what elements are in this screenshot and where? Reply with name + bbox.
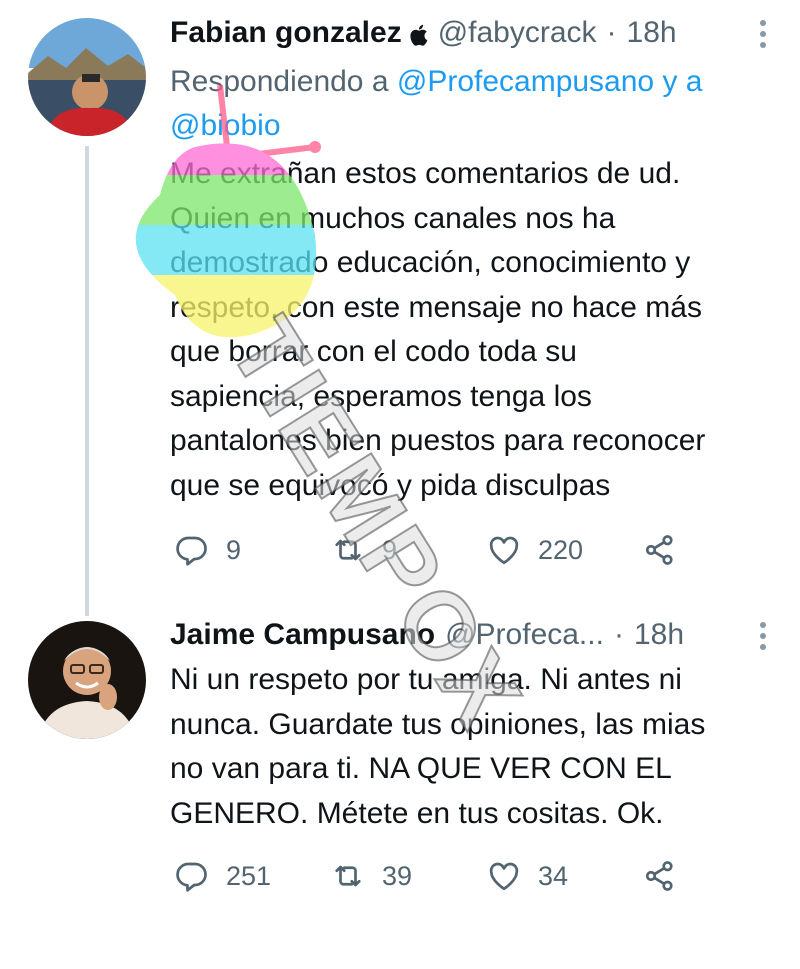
tweet-text-line: Ni un respeto por tu amiga. Ni antes ni bbox=[170, 663, 682, 696]
reply-button[interactable]: 251 bbox=[174, 856, 271, 896]
retweet-count: 9 bbox=[382, 534, 398, 565]
tweet-jaime[interactable]: Jaime Campusano @Profeca... · 18h Ni un … bbox=[0, 610, 800, 910]
tweet-text: Ni un respeto por tu amiga. Ni antes ni … bbox=[170, 658, 770, 836]
tweet-text-line: no van para ti. NA QUE VER CON EL bbox=[170, 752, 672, 785]
like-count: 220 bbox=[538, 534, 584, 565]
more-options-icon[interactable] bbox=[760, 622, 768, 650]
replying-to-label: Respondiendo a bbox=[170, 65, 389, 98]
replying-to-joiner: y a bbox=[662, 65, 703, 98]
retweet-button[interactable]: 39 bbox=[330, 856, 412, 896]
like-button[interactable]: 220 bbox=[486, 530, 583, 570]
tweet-header: Jaime Campusano @Profeca... · 18h bbox=[170, 615, 684, 655]
action-bar: 251 39 34 bbox=[170, 856, 690, 896]
author-handle[interactable]: @Profeca... bbox=[445, 618, 604, 652]
action-bar: 9 9 220 bbox=[170, 530, 690, 570]
tweet-text-line: pantalones bien puestos para reconocer bbox=[170, 424, 706, 457]
heart-icon bbox=[489, 536, 519, 565]
tweet-text-line: demostrado educación, conocimiento y bbox=[170, 246, 691, 279]
retweet-button[interactable]: 9 bbox=[330, 530, 397, 570]
mention-biobio[interactable]: @biobio bbox=[170, 109, 281, 142]
retweet-icon bbox=[335, 539, 361, 561]
heart-icon bbox=[489, 862, 519, 891]
more-options-icon[interactable] bbox=[760, 20, 768, 48]
tweet-header: Fabian gonzalez @fabycrack · 18h bbox=[170, 13, 677, 53]
tweet-fabian[interactable]: Fabian gonzalez @fabycrack · 18h Respond… bbox=[0, 0, 800, 616]
separator-dot: · bbox=[606, 16, 617, 49]
author-name[interactable]: Fabian gonzalez bbox=[170, 16, 402, 50]
tweet-text-line: nunca. Guardate tus opiniones, las mias bbox=[170, 707, 706, 741]
thread-line bbox=[85, 146, 89, 616]
retweet-icon bbox=[335, 865, 361, 887]
tweet-text-line: GENERO. Métete en tus cositas. Ok. bbox=[170, 796, 664, 830]
tweet-text-line: que se equivocó y pida disculpas bbox=[170, 468, 611, 502]
retweet-count: 39 bbox=[382, 860, 413, 891]
mention-profecampusano[interactable]: @Profecampusano bbox=[397, 65, 654, 98]
reply-icon bbox=[176, 536, 207, 566]
share-icon bbox=[645, 535, 673, 565]
reply-count: 9 bbox=[226, 534, 242, 565]
separator-dot: · bbox=[613, 618, 624, 651]
reply-button[interactable]: 9 bbox=[174, 530, 241, 570]
replying-to: Respondiendo a @Profecampusano y a @biob… bbox=[170, 60, 760, 148]
reply-count: 251 bbox=[226, 860, 272, 891]
tweet-text-line: sapiencia, esperamos tenga los bbox=[170, 379, 592, 413]
tweet-text: Me extrañan estos comentarios de ud. Qui… bbox=[170, 152, 770, 508]
share-icon bbox=[645, 861, 673, 891]
like-count: 34 bbox=[538, 860, 569, 891]
avatar-jaime[interactable] bbox=[28, 621, 146, 739]
apple-icon bbox=[410, 21, 430, 46]
share-button[interactable] bbox=[642, 856, 678, 896]
tweet-text-line: Me extrañan estos comentarios de ud. bbox=[170, 157, 681, 190]
tweet-text-line: que borrar con el codo toda su bbox=[170, 335, 577, 368]
tweet-text-line: respeto, con este mensaje no hace más bbox=[170, 290, 702, 324]
timestamp[interactable]: 18h bbox=[627, 16, 677, 50]
tweet-text-line: Quien en muchos canales nos ha bbox=[170, 201, 616, 235]
author-handle[interactable]: @fabycrack bbox=[438, 16, 597, 50]
timestamp[interactable]: 18h bbox=[634, 618, 684, 652]
like-button[interactable]: 34 bbox=[486, 856, 568, 896]
author-name[interactable]: Jaime Campusano bbox=[170, 618, 435, 652]
reply-icon bbox=[176, 862, 207, 892]
avatar-fabian[interactable] bbox=[28, 18, 146, 136]
share-button[interactable] bbox=[642, 530, 678, 570]
